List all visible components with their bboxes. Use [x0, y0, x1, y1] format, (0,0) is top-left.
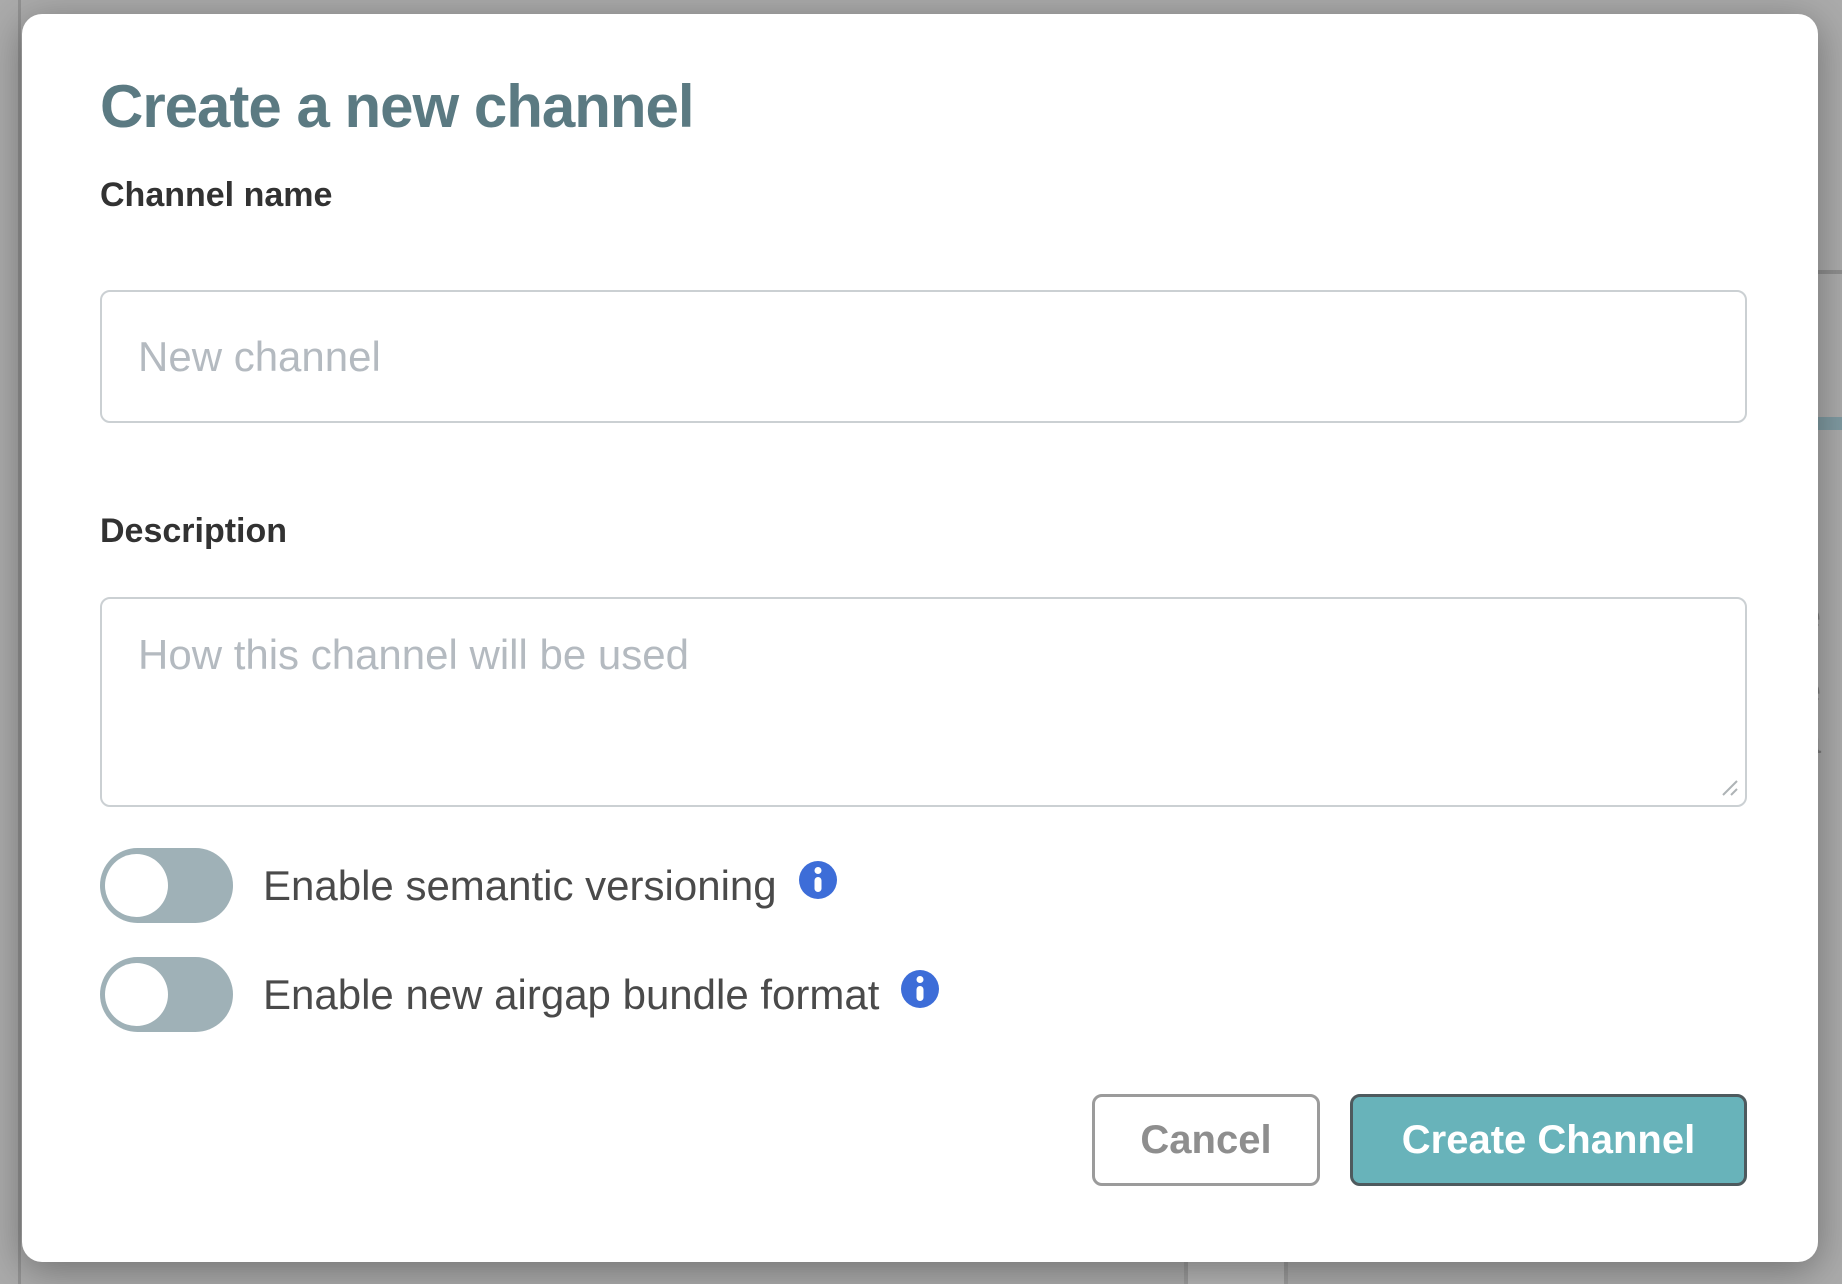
- channel-name-label: Channel name: [100, 176, 1747, 215]
- airgap-bundle-row: Enable new airgap bundle format: [100, 957, 1747, 1032]
- cancel-button[interactable]: Cancel: [1092, 1094, 1320, 1186]
- semantic-versioning-row: Enable semantic versioning: [100, 848, 1747, 923]
- info-icon[interactable]: [799, 861, 837, 899]
- airgap-bundle-toggle[interactable]: [100, 957, 233, 1032]
- background-divider-line: [1818, 270, 1842, 274]
- background-page-border: [18, 0, 21, 1284]
- background-cell-border: [1184, 1262, 1188, 1284]
- create-channel-button[interactable]: Create Channel: [1350, 1094, 1747, 1186]
- background-cell-fragment: [1188, 1262, 1284, 1284]
- modal-actions: Cancel Create Channel: [100, 1094, 1747, 1186]
- info-icon[interactable]: [901, 970, 939, 1008]
- background-cell-border: [1284, 1262, 1288, 1284]
- create-channel-modal: Create a new channel Channel name Descri…: [22, 14, 1818, 1262]
- toggle-knob: [105, 854, 168, 917]
- semantic-versioning-toggle[interactable]: [100, 848, 233, 923]
- description-label: Description: [100, 512, 1747, 551]
- modal-title: Create a new channel: [100, 72, 1747, 141]
- airgap-bundle-label: Enable new airgap bundle format: [263, 971, 879, 1019]
- channel-name-input[interactable]: [100, 290, 1747, 423]
- description-textarea[interactable]: [100, 597, 1747, 807]
- resize-handle-icon[interactable]: [1717, 775, 1739, 797]
- description-field-wrapper: [100, 597, 1747, 807]
- semantic-versioning-label: Enable semantic versioning: [263, 862, 777, 910]
- background-teal-tab-fragment: [1818, 417, 1842, 430]
- toggle-knob: [105, 963, 168, 1026]
